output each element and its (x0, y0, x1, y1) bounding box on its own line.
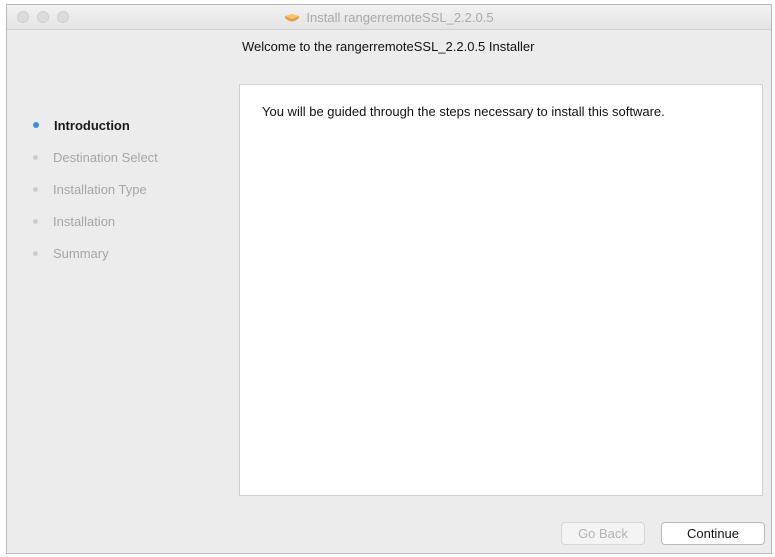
step-destination-select: Destination Select (27, 141, 227, 173)
step-label: Destination Select (53, 149, 158, 165)
step-label: Summary (53, 245, 109, 261)
content-panel: You will be guided through the steps nec… (239, 84, 763, 496)
title-bar[interactable]: Install rangerremoteSSL_2.2.0.5 (7, 5, 771, 30)
intro-message: You will be guided through the steps nec… (262, 104, 665, 119)
step-installation: Installation (27, 205, 227, 237)
step-bullet-icon (33, 154, 38, 160)
step-bullet-icon (33, 250, 38, 256)
step-bullet-icon (33, 218, 38, 224)
step-label: Introduction (54, 117, 130, 133)
active-step-bullet-icon (33, 122, 39, 128)
package-box-icon (284, 12, 300, 24)
step-installation-type: Installation Type (27, 173, 227, 205)
go-back-button[interactable]: Go Back (561, 522, 645, 545)
step-label: Installation Type (53, 181, 147, 197)
installer-steps-sidebar: Introduction Destination Select Installa… (27, 109, 227, 269)
step-bullet-icon (33, 186, 38, 192)
window-title: Install rangerremoteSSL_2.2.0.5 (306, 9, 494, 25)
step-label: Installation (53, 213, 116, 229)
step-summary: Summary (27, 237, 227, 269)
installer-window: Install rangerremoteSSL_2.2.0.5 Welcome … (6, 4, 772, 554)
step-introduction: Introduction (27, 109, 227, 141)
continue-button[interactable]: Continue (661, 522, 765, 545)
page-title: Welcome to the rangerremoteSSL_2.2.0.5 I… (242, 39, 535, 54)
window-title-group: Install rangerremoteSSL_2.2.0.5 (7, 5, 771, 29)
